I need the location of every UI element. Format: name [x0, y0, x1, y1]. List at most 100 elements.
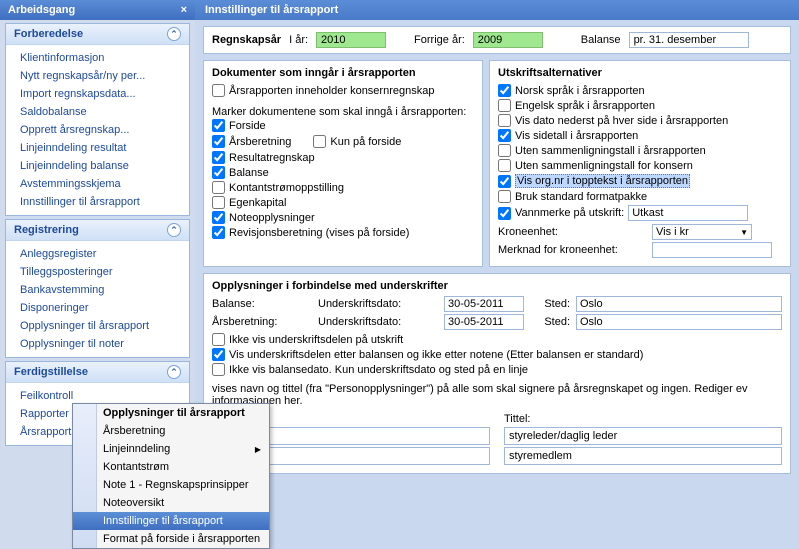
- iaar-input[interactable]: [316, 32, 386, 48]
- merknad-label: Merknad for kroneenhet:: [498, 244, 648, 256]
- sign-ck3[interactable]: [212, 363, 225, 376]
- section-header[interactable]: Ferdigstillelse ⌃: [6, 362, 189, 383]
- doc-label: Kontantstrømoppstilling: [229, 182, 344, 194]
- kun-forside-checkbox[interactable]: [313, 135, 326, 148]
- nav-item[interactable]: Import regnskapsdata...: [6, 85, 189, 103]
- nav-item[interactable]: Innstillinger til årsrapport: [6, 193, 189, 211]
- chevron-up-icon[interactable]: ⌃: [167, 223, 181, 237]
- nav-item[interactable]: Anleggsregister: [6, 245, 189, 263]
- doc-label: Noteopplysninger: [229, 212, 315, 224]
- menu-item-label: Opplysninger til årsrapport: [103, 407, 245, 419]
- forrige-label: Forrige år:: [414, 34, 465, 46]
- menu-item-label: Kontantstrøm: [103, 461, 169, 473]
- sted1-input[interactable]: [576, 296, 782, 312]
- vannmerke-input[interactable]: [628, 205, 748, 221]
- sted-label: Sted:: [530, 316, 570, 328]
- doc-checkbox[interactable]: [212, 196, 225, 209]
- date2-input[interactable]: [444, 314, 524, 330]
- menu-item-label: Noteoversikt: [103, 497, 164, 509]
- print-checkbox[interactable]: [498, 144, 511, 157]
- main: Innstillinger til årsrapport Regnskapsår…: [195, 0, 799, 549]
- page-title: Innstillinger til årsrapport: [195, 0, 799, 20]
- balanse-row-label: Balanse:: [212, 298, 312, 310]
- docs-panel: Dokumenter som inngår i årsrapporten Års…: [203, 60, 483, 267]
- doc-label: Forside: [229, 120, 266, 132]
- print-checkbox[interactable]: [498, 159, 511, 172]
- forrige-input[interactable]: [473, 32, 543, 48]
- nav-item[interactable]: Opprett årsregnskap...: [6, 121, 189, 139]
- nav-item[interactable]: Opplysninger til noter: [6, 335, 189, 353]
- print-checkbox[interactable]: [498, 175, 511, 188]
- print-label: Vis dato nederst på hver side i årsrappo…: [515, 115, 728, 127]
- sidebar-title: Arbeidsgang ×: [0, 0, 195, 20]
- print-checkbox[interactable]: [498, 190, 511, 203]
- sign-desc: vises navn og tittel (fra "Personopplysn…: [212, 383, 782, 407]
- nav-item[interactable]: Klientinformasjon: [6, 49, 189, 67]
- doc-checkbox[interactable]: [212, 135, 225, 148]
- krone-value: Vis i kr: [656, 226, 689, 238]
- doc-checkbox[interactable]: [212, 181, 225, 194]
- nav-item[interactable]: Tilleggsposteringer: [6, 263, 189, 281]
- docs-heading: Dokumenter som inngår i årsrapporten: [212, 67, 474, 79]
- udato-label: Underskriftsdato:: [318, 298, 438, 310]
- close-icon[interactable]: ×: [181, 4, 187, 16]
- doc-label: Resultatregnskap: [229, 152, 315, 164]
- menu-item[interactable]: Note 1 - Regnskapsprinsipper: [73, 476, 269, 494]
- sign-ck2[interactable]: [212, 348, 225, 361]
- doc-checkbox[interactable]: [212, 226, 225, 239]
- nav-item[interactable]: Avstemmingsskjema: [6, 175, 189, 193]
- date1-input[interactable]: [444, 296, 524, 312]
- chevron-up-icon[interactable]: ⌃: [167, 365, 181, 379]
- sted2-input[interactable]: [576, 314, 782, 330]
- doc-checkbox[interactable]: [212, 119, 225, 132]
- print-label: Uten sammenligningstall for konsern: [515, 160, 693, 172]
- doc-checkbox[interactable]: [212, 166, 225, 179]
- merknad-input[interactable]: [652, 242, 772, 258]
- menu-item[interactable]: Noteoversikt: [73, 494, 269, 512]
- print-checkbox[interactable]: [498, 99, 511, 112]
- doc-checkbox[interactable]: [212, 211, 225, 224]
- print-panel: Utskriftsalternativer Norsk språk i årsr…: [489, 60, 791, 267]
- udato-label: Underskriftsdato:: [318, 316, 438, 328]
- menu-item[interactable]: Innstillinger til årsrapport: [73, 512, 269, 530]
- section-header[interactable]: Registrering ⌃: [6, 220, 189, 241]
- menu-item[interactable]: Format på forside i årsrapporten: [73, 530, 269, 548]
- menu-item[interactable]: Årsberetning: [73, 422, 269, 440]
- nav-item[interactable]: Disponeringer: [6, 299, 189, 317]
- menu-item[interactable]: Opplysninger til årsrapport: [73, 404, 269, 422]
- title-input[interactable]: [504, 447, 782, 465]
- print-label: Bruk standard formatpakke: [515, 191, 647, 203]
- menu-item[interactable]: Kontantstrøm: [73, 458, 269, 476]
- section-title: Forberedelse: [14, 28, 83, 40]
- tittel-header: Tittel:: [504, 413, 782, 425]
- aarsb-row-label: Årsberetning:: [212, 316, 312, 328]
- menu-item[interactable]: Linjeinndeling▶: [73, 440, 269, 458]
- menu-item-label: Årsberetning: [103, 425, 165, 437]
- print-checkbox[interactable]: [498, 129, 511, 142]
- nav-item[interactable]: Nytt regnskapsår/ny per...: [6, 67, 189, 85]
- title-input[interactable]: [504, 427, 782, 445]
- doc-label: Balanse: [229, 167, 269, 179]
- nav-item[interactable]: Linjeinndeling balanse: [6, 157, 189, 175]
- doc-checkbox[interactable]: [212, 151, 225, 164]
- nav-item[interactable]: Opplysninger til årsrapport: [6, 317, 189, 335]
- section-header[interactable]: Forberedelse ⌃: [6, 24, 189, 45]
- doc-label: Årsberetning: [229, 136, 291, 148]
- sign-ck1[interactable]: [212, 333, 225, 346]
- section-title: Ferdigstillelse: [14, 366, 88, 378]
- konsern-checkbox[interactable]: [212, 84, 225, 97]
- chevron-up-icon[interactable]: ⌃: [167, 27, 181, 41]
- nav-item[interactable]: Linjeinndeling resultat: [6, 139, 189, 157]
- nav-item[interactable]: Bankavstemming: [6, 281, 189, 299]
- balanse-label: Balanse: [581, 34, 621, 46]
- kun-forside-label: Kun på forside: [330, 136, 401, 148]
- doc-label: Egenkapital: [229, 197, 287, 209]
- iaar-label: I år:: [289, 34, 308, 46]
- balanse-input[interactable]: [629, 32, 749, 48]
- print-checkbox[interactable]: [498, 114, 511, 127]
- nav-item[interactable]: Saldobalanse: [6, 103, 189, 121]
- krone-select[interactable]: Vis i kr▼: [652, 224, 752, 240]
- vannmerke-checkbox[interactable]: [498, 207, 511, 220]
- menu-item-label: Innstillinger til årsrapport: [103, 515, 223, 527]
- print-checkbox[interactable]: [498, 84, 511, 97]
